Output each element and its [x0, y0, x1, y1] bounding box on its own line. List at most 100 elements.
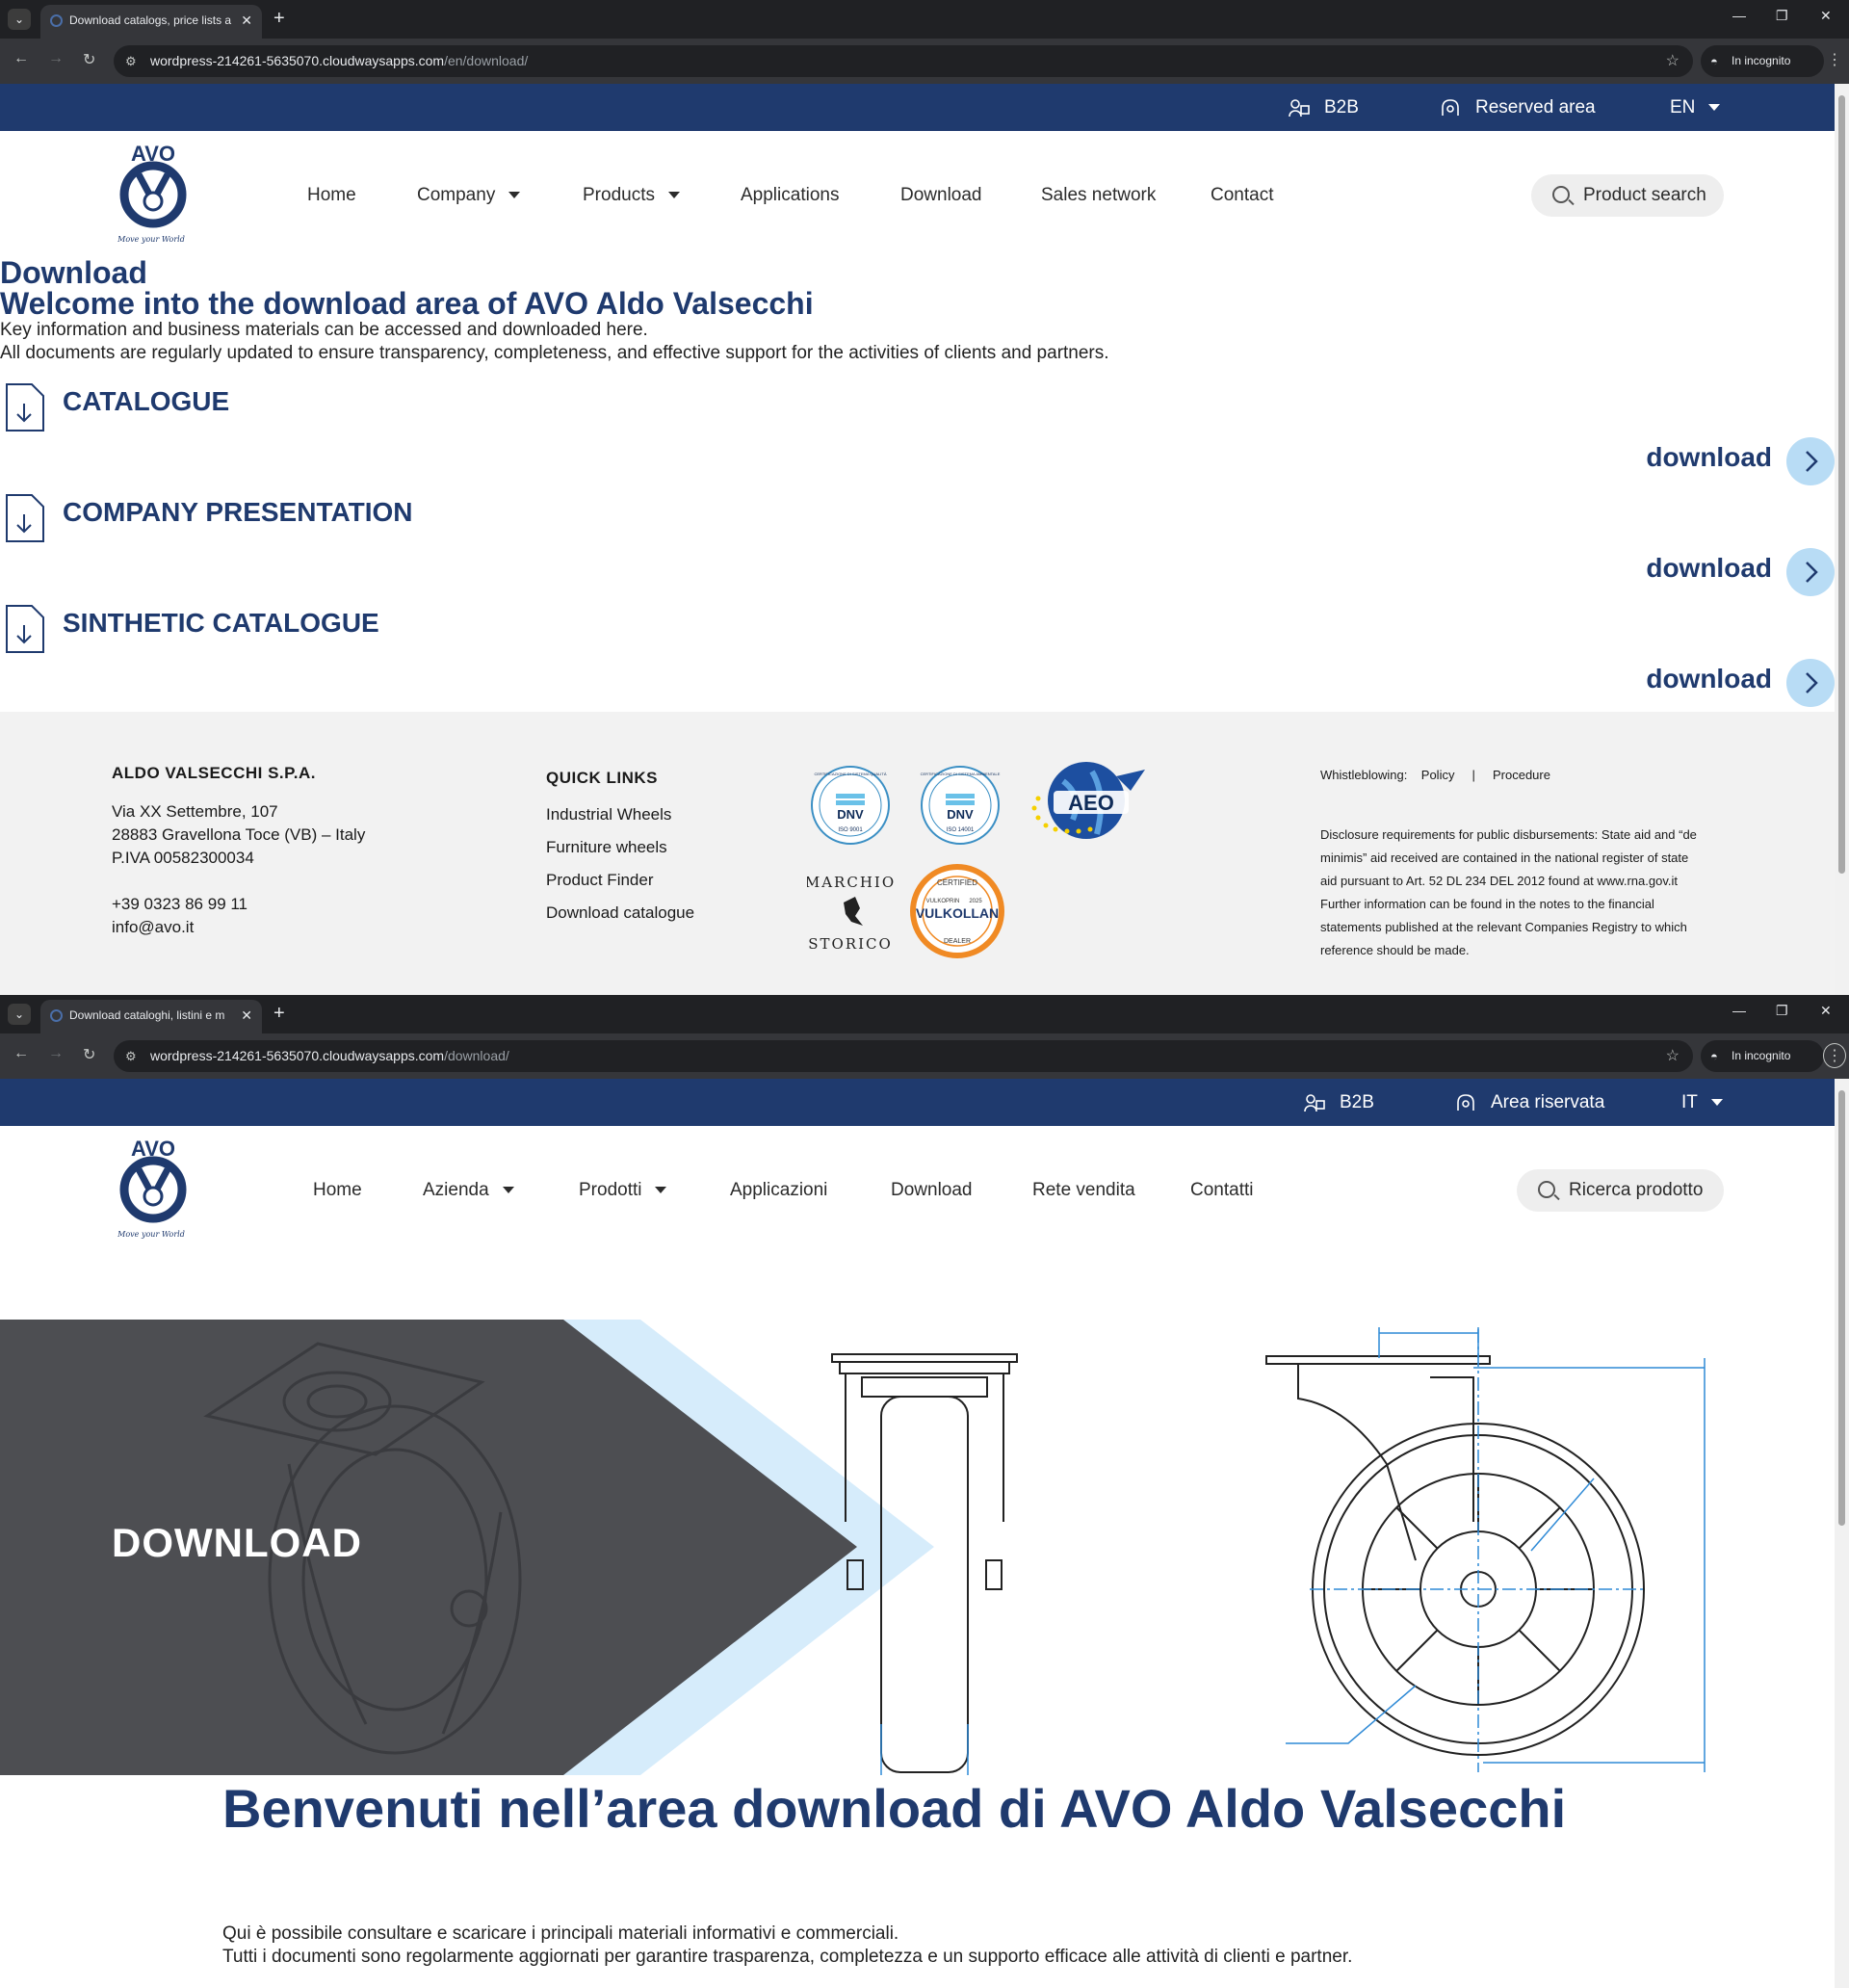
browser-menu-button[interactable]: ⋮ — [1823, 1043, 1846, 1068]
product-search[interactable]: Ricerca prodotto — [1517, 1169, 1724, 1212]
incognito-icon: ◓ — [1710, 1049, 1718, 1063]
download-link[interactable]: download — [1646, 442, 1772, 473]
restore-button[interactable]: ❐ — [1776, 1003, 1788, 1019]
download-link[interactable]: download — [1646, 664, 1772, 694]
nav-rete-vendita[interactable]: Rete vendita — [1032, 1126, 1135, 1255]
minimize-button[interactable]: — — [1732, 8, 1746, 23]
tab-search-button[interactable]: ⌄ — [8, 1004, 31, 1025]
minimize-button[interactable]: — — [1732, 1003, 1746, 1018]
restore-button[interactable]: ❐ — [1776, 8, 1788, 24]
quick-link[interactable]: Industrial Wheels — [546, 798, 694, 831]
close-window-button[interactable]: ✕ — [1820, 8, 1832, 24]
new-tab-button[interactable]: + — [273, 1003, 285, 1025]
page-scrollbar[interactable] — [1835, 84, 1849, 995]
nav-prodotti-label: Prodotti — [579, 1180, 642, 1200]
nav-products[interactable]: Products — [583, 131, 680, 260]
address-bar[interactable]: ⚙ wordpress-214261-5635070.cloudwaysapps… — [114, 1040, 1693, 1072]
close-tab-icon[interactable]: ✕ — [241, 5, 252, 36]
iso9001-label: ISO 9001 — [838, 827, 863, 833]
b2b-link[interactable]: B2B — [1288, 84, 1359, 131]
incognito-label: In incognito — [1732, 54, 1791, 67]
footer-email[interactable]: info@avo.it — [112, 916, 365, 939]
nav-company[interactable]: Company — [417, 131, 521, 260]
avo-logo[interactable]: AVO Move your World — [110, 142, 196, 249]
procedure-link[interactable]: Procedure — [1493, 768, 1550, 782]
download-arrow-button[interactable] — [1786, 437, 1835, 485]
incognito-indicator[interactable]: ◓ In incognito — [1701, 1040, 1824, 1072]
nav-azienda[interactable]: Azienda — [423, 1126, 514, 1255]
nav-home[interactable]: Home — [313, 1126, 362, 1255]
nav-contatti[interactable]: Contatti — [1190, 1126, 1253, 1255]
page-scrollbar[interactable] — [1835, 1079, 1849, 1988]
forward-button[interactable]: → — [48, 1045, 64, 1062]
footer-phone[interactable]: +39 0323 86 99 11 — [112, 893, 365, 916]
disclosure-line: Disclosure requirements for public disbu… — [1320, 827, 1697, 842]
browser-toolbar: ← → ↻ ⚙ wordpress-214261-5635070.cloudwa… — [0, 39, 1849, 84]
b2b-label: B2B — [1340, 1092, 1374, 1112]
nav-applicazioni[interactable]: Applicazioni — [730, 1126, 827, 1255]
reserved-area-link[interactable]: Area riservata — [1454, 1079, 1604, 1126]
quick-link[interactable]: Product Finder — [546, 864, 694, 897]
nav-download[interactable]: Download — [900, 131, 982, 260]
quick-link[interactable]: Download catalogue — [546, 897, 694, 929]
download-link[interactable]: download — [1646, 553, 1772, 584]
scrollbar-thumb[interactable] — [1838, 1090, 1845, 1526]
tab-search-button[interactable]: ⌄ — [8, 9, 31, 30]
product-search[interactable]: Product search — [1531, 174, 1724, 217]
browser-tab[interactable]: Download cataloghi, listini e m ✕ — [40, 1000, 262, 1033]
disclosure-line: aid pursuant to Art. 52 DL 234 DEL 2012 … — [1320, 874, 1678, 888]
new-tab-button[interactable]: + — [273, 8, 285, 30]
reload-button[interactable]: ↻ — [83, 1045, 95, 1064]
browser-menu-button[interactable]: ⋮ — [1823, 48, 1846, 73]
scrollbar-thumb[interactable] — [1838, 95, 1845, 874]
back-button[interactable]: ← — [13, 1045, 29, 1062]
download-arrow-button[interactable] — [1786, 659, 1835, 707]
avo-logo[interactable]: AVO Move your World — [110, 1137, 196, 1244]
nav-contact[interactable]: Contact — [1211, 131, 1273, 260]
forward-button[interactable]: → — [48, 50, 64, 67]
nav-home[interactable]: Home — [307, 131, 356, 260]
bookmark-star-icon[interactable]: ☆ — [1666, 1040, 1680, 1072]
vulkollan-badge: CERTIFIED VULKOPRIN 2025 VULKOLLAN DEALE… — [910, 864, 1004, 958]
footer-company-name: ALDO VALSECCHI S.P.A. — [112, 764, 317, 782]
browser-tab[interactable]: Download catalogs, price lists a ✕ — [40, 5, 262, 39]
address-bar[interactable]: ⚙ wordpress-214261-5635070.cloudwaysapps… — [114, 45, 1693, 77]
site-info-icon[interactable]: ⚙ — [125, 45, 137, 77]
nav-company-label: Company — [417, 185, 496, 205]
favicon-icon — [50, 14, 63, 27]
quick-link[interactable]: Furniture wheels — [546, 831, 694, 864]
language-selector[interactable]: IT — [1681, 1079, 1723, 1126]
dnv-iso14001-badge: DNV ISO 14001 CERTIFICAZIONE DI SISTEMA … — [921, 766, 1001, 845]
close-window-button[interactable]: ✕ — [1820, 1003, 1832, 1019]
browser-toolbar: ← → ↻ ⚙ wordpress-214261-5635070.cloudwa… — [0, 1033, 1849, 1079]
welcome-heading: Welcome into the download area of AVO Al… — [0, 286, 814, 321]
reload-button[interactable]: ↻ — [83, 50, 95, 69]
site-info-icon[interactable]: ⚙ — [125, 1040, 137, 1072]
footer-vat: P.IVA 00582300034 — [112, 849, 254, 867]
back-button[interactable]: ← — [13, 50, 29, 67]
nav-sales-network[interactable]: Sales network — [1041, 131, 1156, 260]
policy-link[interactable]: Policy — [1421, 768, 1455, 782]
nav-download[interactable]: Download — [891, 1126, 973, 1255]
logo-tagline: Move your World — [117, 235, 185, 244]
incognito-indicator[interactable]: ◓ In incognito — [1701, 45, 1824, 77]
chevron-down-icon — [1710, 1099, 1723, 1107]
url-host: wordpress-214261-5635070.cloudwaysapps.c… — [150, 1048, 445, 1063]
reserved-area-link[interactable]: Reserved area — [1439, 84, 1596, 131]
dnv-iso9001-badge: DNV ISO 9001 CERTIFICAZIONE DI SISTEMA Q… — [811, 766, 890, 845]
browser-window-it: ⌄ Download cataloghi, listini e m ✕ + — … — [0, 995, 1849, 1988]
close-tab-icon[interactable]: ✕ — [241, 1000, 252, 1031]
hero-title: DOWNLOAD — [112, 1520, 362, 1565]
b2b-link[interactable]: B2B — [1303, 1079, 1374, 1126]
storico-label: STORICO — [808, 935, 893, 953]
cert-env-label: CERTIFICAZIONE DI SISTEMA AMBIENTALE — [921, 772, 1001, 776]
nav-applications[interactable]: Applications — [741, 131, 839, 260]
dealer-label: DEALER — [944, 938, 971, 945]
incognito-label: In incognito — [1732, 1049, 1791, 1062]
disclosure-line: Further information can be found in the … — [1320, 897, 1654, 911]
footer-address-2: 28883 Gravellona Toce (VB) – Italy — [112, 825, 366, 844]
download-arrow-button[interactable] — [1786, 548, 1835, 596]
bookmark-star-icon[interactable]: ☆ — [1666, 45, 1680, 77]
language-selector[interactable]: EN — [1670, 84, 1721, 131]
nav-prodotti[interactable]: Prodotti — [579, 1126, 667, 1255]
